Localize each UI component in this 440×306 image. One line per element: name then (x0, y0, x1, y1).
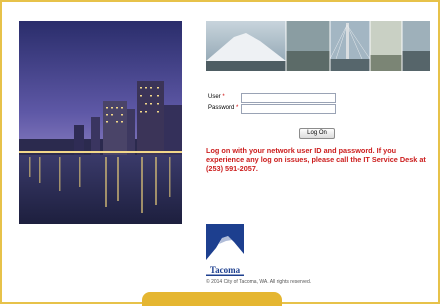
logo-wordmark: Tacoma (210, 265, 241, 275)
banner-photo-strip (206, 21, 430, 71)
required-marker: * (236, 105, 239, 111)
user-label: User * (208, 94, 225, 100)
log-on-button[interactable]: Log On (299, 128, 335, 139)
user-label-text: User (208, 94, 221, 100)
required-marker: * (222, 94, 225, 100)
copyright-text: © 2014 City of Tacoma, WA. All rights re… (206, 279, 312, 285)
password-label: Password * (208, 105, 238, 111)
password-label-text: Password (208, 105, 235, 111)
user-input[interactable] (241, 93, 336, 103)
city-skyline-photo (19, 21, 182, 224)
logon-instructions-message: Log on with your network user ID and pas… (206, 146, 426, 174)
city-of-tacoma-logo: Tacoma (206, 224, 244, 276)
password-input[interactable] (241, 104, 336, 114)
